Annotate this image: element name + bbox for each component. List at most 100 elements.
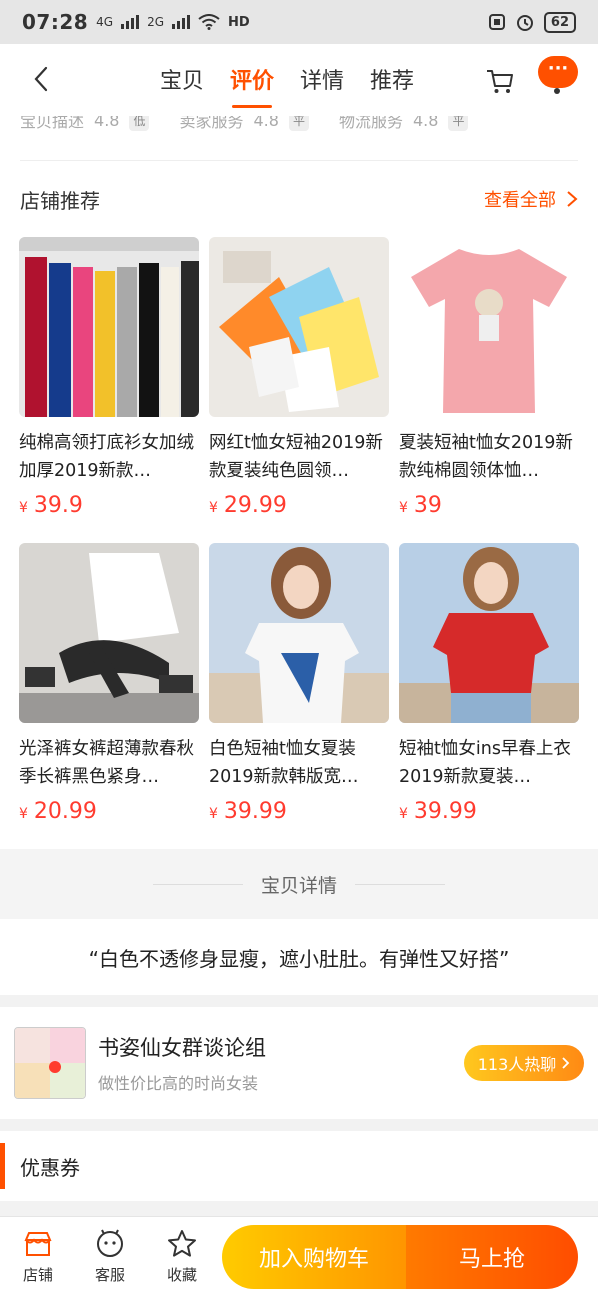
product-image-black-leggings [19,543,199,723]
shop-ratings: 宝贝描述 4.8 低 卖家服务 4.8 平 物流服务 4.8 平 [0,116,598,160]
currency-symbol: ¥ [19,500,28,516]
detail-section-header: 宝贝详情 [0,849,598,919]
price-value: 39 [413,493,442,518]
product-price: ¥39.99 [209,799,389,833]
wifi-icon [198,14,220,30]
status-bar: 07:28 4G 2G HD 62 [0,0,598,44]
product-name: 短袖t恤女ins早春上衣2019新款夏装… [399,739,571,787]
service-label: 客服 [94,1266,125,1284]
star-icon [168,1230,196,1257]
cart-icon[interactable] [484,66,516,96]
vibrate-icon [488,14,505,30]
rating-level-badge: 平 [288,116,309,131]
section-gap [0,1119,598,1131]
more-menu-button[interactable]: ··· [538,56,578,88]
page-content[interactable]: 宝贝描述 4.8 低 卖家服务 4.8 平 物流服务 4.8 平 店铺推荐 查看… [0,116,598,1216]
favorite-label: 收藏 [166,1266,197,1284]
section-gap [0,995,598,1007]
signal-icon-2 [172,15,191,29]
currency-symbol: ¥ [209,500,218,516]
product-card[interactable]: 网红t恤女短袖2019新款夏装纯色圆领… ¥29.99 [209,237,389,527]
product-card[interactable]: 光泽裤女裤超薄款春秋季长裤黑色紧身… ¥20.99 [19,543,199,833]
product-image-white-tshirt-model [209,543,389,723]
product-name: 夏装短袖t恤女2019新款纯棉圆领体恤… [399,433,573,481]
service-button[interactable]: 客服 [74,1228,146,1285]
rating-service: 卖家服务 4.8 平 [179,116,309,132]
tab-pingjia[interactable]: 评价 [230,44,274,116]
nav-tabs: 宝贝 评价 详情 推荐 [160,44,414,116]
price-value: 29.99 [223,493,287,518]
unread-dot [49,1061,61,1073]
product-name: 网红t恤女短袖2019新款夏装纯色圆领… [209,433,383,481]
currency-symbol: ¥ [209,806,218,822]
rating-logistics: 物流服务 4.8 平 [338,116,469,132]
product-name: 白色短袖t恤女夏装2019新款韩版宽… [209,739,359,787]
tab-tuijian[interactable]: 推荐 [370,44,414,116]
hd-label: HD [228,14,250,30]
rating-score: 4.8 [253,116,279,130]
shop-section: 宝贝描述 4.8 低 卖家服务 4.8 平 物流服务 4.8 平 店铺推荐 查看… [0,116,598,849]
divider-line [152,883,243,885]
back-arrow-icon[interactable] [30,64,54,94]
currency-symbol: ¥ [19,806,28,822]
recommend-title: 店铺推荐 [20,188,100,213]
rating-label: 宝贝描述 [20,116,85,131]
product-price: ¥29.99 [209,493,389,527]
bottom-action-bar: 店铺 客服 收藏 加入购物车 马上抢 [0,1216,598,1296]
product-image-folded-tshirts [209,237,389,417]
product-card[interactable]: 白色短袖t恤女夏装2019新款韩版宽… ¥39.99 [209,543,389,833]
network-indicators: 4G 2G HD [96,14,250,30]
price-value: 39.9 [33,493,83,518]
product-image-pink-tshirt [399,237,579,417]
product-name: 纯棉高领打底衫女加绒加厚2019新款… [19,433,194,481]
notification-dot [554,88,560,94]
rating-description: 宝贝描述 4.8 低 [20,116,150,132]
group-chat-card[interactable]: 书姿仙女群谈论组 做性价比高的时尚女装 113人热聊 [0,1007,598,1119]
tab-xiangqing[interactable]: 详情 [300,44,344,116]
group-avatar [14,1027,86,1099]
product-price: ¥39 [399,493,579,527]
product-image-red-tshirt-model [399,543,579,723]
rating-score: 4.8 [412,116,439,130]
rating-level-badge: 低 [129,116,150,131]
shop-button[interactable]: 店铺 [2,1228,74,1285]
rating-score: 4.8 [94,116,120,130]
price-value: 39.99 [223,799,287,824]
product-price: ¥39.99 [399,799,579,833]
detail-quote: “白色不透修身显瘦，遮小肚肚。有弹性又好搭” [0,919,598,995]
signal-icon [121,15,140,29]
detail-title: 宝贝详情 [260,874,337,897]
buy-now-button[interactable]: 马上抢 [406,1225,578,1289]
see-all-link[interactable]: 查看全部 [484,186,578,212]
alarm-icon [516,15,533,31]
currency-symbol: ¥ [399,500,408,516]
product-card[interactable]: 纯棉高领打底衫女加绒加厚2019新款… ¥39.9 [19,237,199,527]
customer-service-icon [97,1229,123,1257]
tab-baobei[interactable]: 宝贝 [160,44,204,116]
product-price: ¥20.99 [19,799,199,833]
hot-chat-button[interactable]: 113人热聊 [464,1045,584,1081]
avatar-2 [50,1028,85,1063]
add-to-cart-button[interactable]: 加入购物车 [222,1225,406,1289]
coupon-section[interactable]: 优惠券 [0,1131,598,1201]
product-image-leggings-colors [19,237,199,417]
recommend-header: 店铺推荐 查看全部 [0,161,598,237]
product-card[interactable]: 短袖t恤女ins早春上衣2019新款夏装… ¥39.99 [399,543,579,833]
shop-label: 店铺 [22,1266,53,1284]
group-info: 书姿仙女群谈论组 做性价比高的时尚女装 [98,1032,266,1094]
group-name: 书姿仙女群谈论组 [98,1036,266,1060]
favorite-button[interactable]: 收藏 [146,1228,218,1285]
battery-indicator: 62 [543,11,576,33]
product-card[interactable]: 夏装短袖t恤女2019新款纯棉圆领体恤… ¥39 [399,237,579,527]
price-value: 20.99 [33,799,97,824]
rating-label: 卖家服务 [179,116,244,131]
avatar-3 [15,1063,50,1098]
chevron-right-icon [562,1057,570,1069]
rating-label: 物流服务 [338,116,403,131]
shop-icon [24,1232,52,1256]
network-1-label: 4G [96,15,114,29]
divider-line [355,883,445,885]
see-all-label: 查看全部 [484,190,556,211]
product-grid: 纯棉高领打底衫女加绒加厚2019新款… ¥39.9 网红t恤女短袖2019新款夏… [0,237,598,849]
nav-bar: 宝贝 评价 详情 推荐 ··· [0,44,598,116]
